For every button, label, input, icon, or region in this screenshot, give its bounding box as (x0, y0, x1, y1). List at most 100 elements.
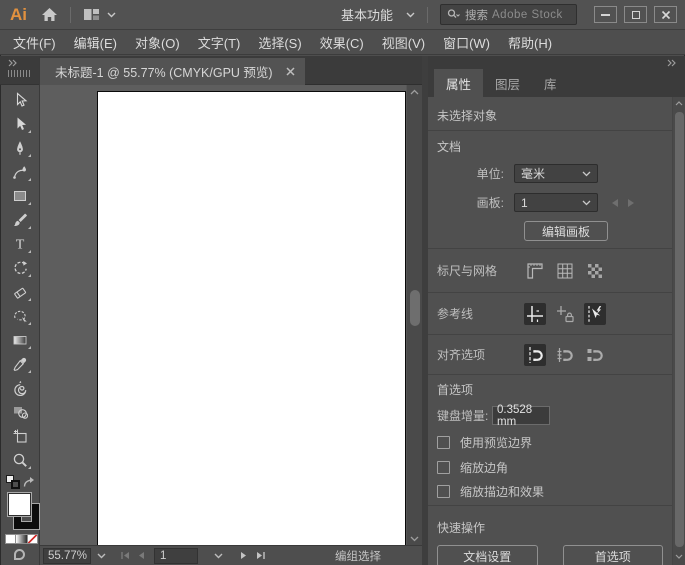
menu-edit[interactable]: 编辑(E) (65, 33, 126, 52)
none-swatch-button[interactable] (27, 534, 38, 544)
last-artboard-button[interactable] (253, 548, 268, 564)
menu-select[interactable]: 选择(S) (249, 33, 310, 52)
tab-libraries[interactable]: 库 (532, 69, 569, 97)
first-artboard-button[interactable] (117, 548, 132, 564)
smart-guides-button[interactable] (584, 303, 606, 325)
default-colors-icon (11, 480, 20, 489)
rotate-tool-button[interactable] (5, 256, 35, 280)
zoom-tool-icon (12, 452, 28, 468)
default-fill-stroke-button[interactable] (6, 475, 22, 491)
paintbrush-tool-icon (12, 212, 28, 228)
gradient-swatch-button[interactable] (16, 534, 27, 544)
keyboard-increment-input[interactable]: 0.3528 mm (492, 406, 550, 425)
zoom-tool-button[interactable] (5, 448, 35, 472)
panel-scroll-down-button[interactable] (673, 550, 685, 563)
scale-strokes-effects-checkbox[interactable] (437, 485, 450, 498)
panel-scroll-up-button[interactable] (673, 97, 685, 110)
panel-scrollbar[interactable] (672, 97, 685, 565)
artboard-number-input[interactable]: 1 (154, 548, 198, 564)
artboard[interactable] (97, 91, 406, 545)
edit-artboards-button[interactable]: 编辑画板 (524, 221, 608, 241)
artboard-value: 1 (521, 196, 528, 210)
fill-color-swatch[interactable] (7, 492, 32, 517)
canvas[interactable] (40, 85, 422, 545)
rotate-view-tool-button[interactable] (5, 376, 35, 400)
artboard-dropdown-button[interactable] (208, 548, 228, 564)
tab-properties[interactable]: 属性 (434, 69, 483, 97)
show-grid-button[interactable] (554, 260, 576, 282)
scale-corners-label: 缩放边角 (460, 459, 508, 476)
workspace-switcher-button[interactable] (83, 7, 116, 22)
snap-to-point-button[interactable] (524, 344, 546, 366)
next-artboard-icon[interactable] (628, 199, 634, 207)
rectangle-tool-button[interactable] (5, 184, 35, 208)
document-tab-close-button[interactable] (286, 67, 295, 76)
document-setup-button[interactable]: 文档设置 (437, 545, 538, 565)
document-section: 文档 单位: 毫米 画板: 1 (428, 131, 672, 249)
menu-type[interactable]: 文字(T) (189, 33, 250, 52)
selection-tool-button[interactable] (5, 88, 35, 112)
menu-window[interactable]: 窗口(W) (434, 33, 499, 52)
home-button[interactable] (41, 7, 58, 22)
snap-to-pixel-button[interactable] (584, 344, 606, 366)
eraser-tool-button[interactable] (5, 280, 35, 304)
rotate-tool-icon (12, 260, 28, 276)
tools-list: T (0, 85, 39, 472)
document-tab[interactable]: 未标题-1 @ 55.77% (CMYK/GPU 预览) (40, 58, 305, 85)
menu-object[interactable]: 对象(O) (126, 33, 189, 52)
menu-file[interactable]: 文件(F) (4, 33, 65, 52)
collapse-panel-button[interactable] (667, 59, 677, 67)
scroll-up-button[interactable] (407, 85, 422, 98)
lock-guides-button[interactable] (554, 303, 576, 325)
next-artboard-button[interactable] (236, 548, 251, 564)
panel-tabs: 属性 图层 库 (428, 69, 685, 97)
vertical-scrollbar[interactable] (406, 85, 422, 545)
previous-artboard-button[interactable] (134, 548, 149, 564)
zoom-level-dropdown-button[interactable] (91, 548, 111, 564)
artboard-tool-button[interactable] (5, 424, 35, 448)
type-tool-button[interactable]: T (5, 232, 35, 256)
color-swatch-button[interactable] (5, 534, 16, 544)
maximize-icon (632, 11, 640, 19)
snap-to-pixel-icon (585, 345, 605, 365)
shaper-tool-button[interactable] (5, 304, 35, 328)
menu-effect[interactable]: 效果(C) (311, 33, 373, 52)
workspace-menu[interactable]: 基本功能 (341, 5, 415, 24)
swap-fill-stroke-button[interactable] (22, 476, 35, 488)
preferences-button[interactable]: 首选项 (563, 545, 664, 565)
zoom-level-input[interactable]: 55.77% (43, 548, 91, 564)
curvature-tool-button[interactable] (5, 160, 35, 184)
snap-to-grid-button[interactable] (554, 344, 576, 366)
artboard-dropdown[interactable]: 1 (514, 193, 598, 212)
show-transparency-grid-button[interactable] (584, 260, 606, 282)
stock-search-input[interactable]: 搜索 Adobe Stock (440, 4, 577, 25)
eyedropper-tool-button[interactable] (5, 352, 35, 376)
chevron-down-icon (675, 554, 683, 559)
menu-help[interactable]: 帮助(H) (499, 33, 561, 52)
gradient-tool-button[interactable] (5, 328, 35, 352)
show-rulers-button[interactable] (524, 260, 546, 282)
unit-dropdown[interactable]: 毫米 (514, 164, 598, 183)
direct-selection-tool-button[interactable] (5, 112, 35, 136)
previous-artboard-icon[interactable] (612, 199, 618, 207)
maximize-button[interactable] (624, 6, 647, 23)
tab-layers[interactable]: 图层 (483, 69, 532, 97)
vertical-scrollbar-thumb[interactable] (410, 290, 420, 326)
draw-mode-button[interactable] (14, 549, 25, 560)
paintbrush-tool-button[interactable] (5, 208, 35, 232)
scroll-down-button[interactable] (407, 532, 422, 545)
tools-panel-header[interactable] (0, 56, 39, 85)
tool-flyout-indicator (28, 346, 31, 349)
pen-tool-button[interactable] (5, 136, 35, 160)
minimize-button[interactable] (594, 6, 617, 23)
panel-scrollbar-thumb[interactable] (675, 112, 684, 547)
use-preview-bounds-checkbox[interactable] (437, 436, 450, 449)
close-button[interactable] (654, 6, 677, 23)
scale-corners-checkbox[interactable] (437, 461, 450, 474)
menu-view[interactable]: 视图(V) (373, 33, 434, 52)
color-type-buttons (5, 534, 38, 544)
shape-builder-tool-button[interactable] (5, 400, 35, 424)
home-icon (41, 7, 58, 22)
titlebar-separator (427, 7, 428, 23)
show-guides-button[interactable] (524, 303, 546, 325)
